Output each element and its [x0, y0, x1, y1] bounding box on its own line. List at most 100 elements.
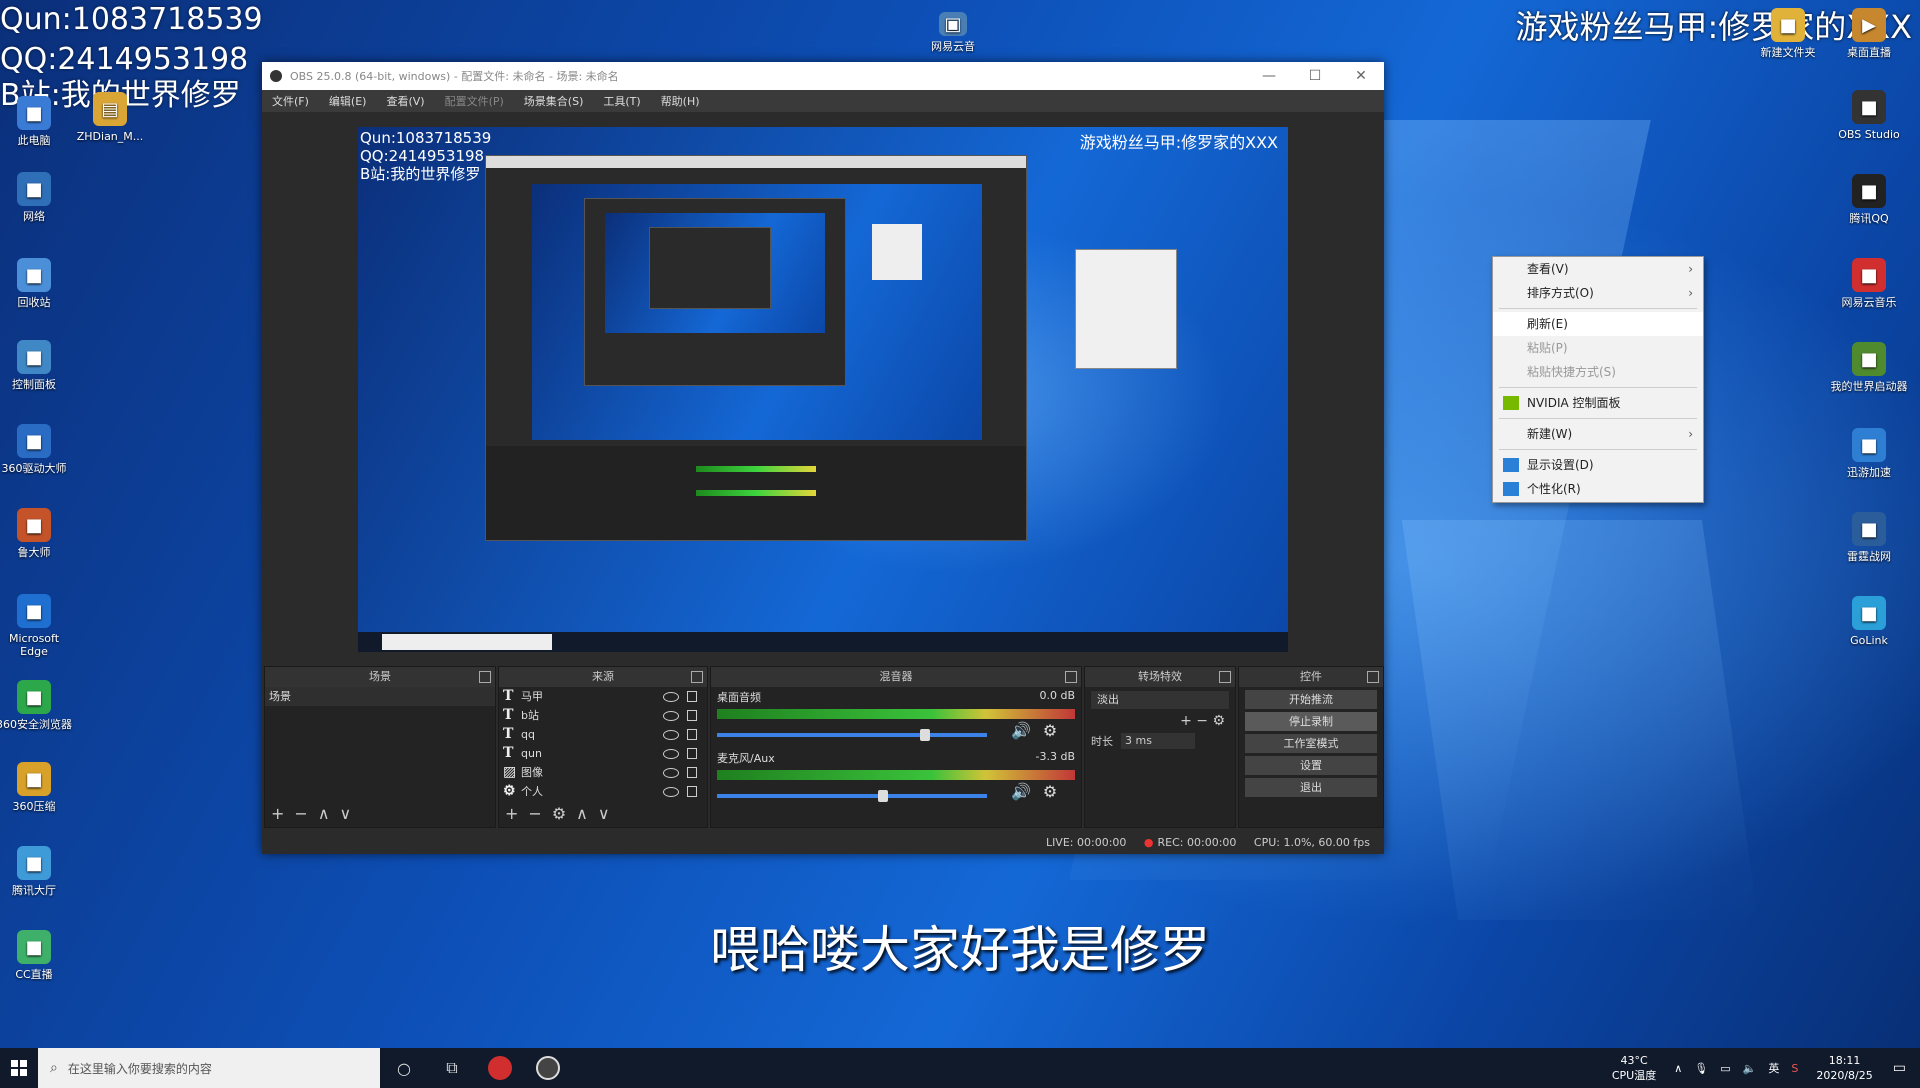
desktop-icon[interactable]: ■ 雷霆战网 — [1829, 512, 1909, 563]
volume-icon[interactable]: 🔈 — [1743, 1062, 1757, 1075]
desktop-icon[interactable]: ■ OBS Studio — [1829, 90, 1909, 141]
menu-item[interactable]: 场景集合(S) — [514, 93, 594, 109]
obs-preview[interactable]: Qun:1083718539 QQ:2414953198 B站:我的世界修罗 游… — [358, 127, 1288, 652]
desktop-icon[interactable]: ■ Microsoft Edge — [0, 594, 74, 658]
desktop-icon-folder[interactable]: ▤ ZHDian_M... — [70, 92, 150, 143]
desktop-icon[interactable]: ■ 腾讯QQ — [1829, 174, 1909, 225]
cpu-temp-widget[interactable]: 43°C CPU温度 — [1612, 1053, 1656, 1083]
close-button[interactable]: ✕ — [1338, 68, 1384, 84]
taskbar-obs[interactable] — [524, 1048, 572, 1088]
undock-icon[interactable] — [1065, 671, 1077, 683]
desktop-icon[interactable]: ■ 我的世界启动器 — [1829, 342, 1909, 393]
desktop-icon[interactable]: ■ 迅游加速 — [1829, 428, 1909, 479]
taskbar-search-box[interactable]: ⌕ 在这里输入你要搜索的内容 — [38, 1048, 380, 1088]
control-button[interactable]: 开始推流 — [1245, 690, 1377, 709]
desktop-icon-top[interactable]: ▣ 网易云音 — [913, 12, 993, 53]
lock-icon[interactable] — [687, 729, 697, 740]
lock-icon[interactable] — [687, 786, 697, 797]
clock[interactable]: 18:11 2020/8/25 — [1816, 1053, 1872, 1083]
visibility-eye-icon[interactable] — [663, 767, 679, 778]
visibility-eye-icon[interactable] — [663, 729, 679, 740]
desktop-icon[interactable]: ■ 控制面板 — [0, 340, 74, 391]
maximize-button[interactable]: ☐ — [1292, 68, 1338, 84]
undock-icon[interactable] — [1219, 671, 1231, 683]
gear-icon[interactable]: ⚙ — [1043, 782, 1057, 801]
menu-item[interactable]: 文件(F) — [262, 93, 319, 109]
up-icon[interactable]: ∧ — [318, 804, 340, 823]
context-menu-item[interactable]: 刷新(E) — [1493, 312, 1703, 336]
lock-icon[interactable] — [687, 691, 697, 702]
desktop-icon[interactable]: ■ 回收站 — [0, 258, 74, 309]
duration-input[interactable]: 3 ms — [1121, 733, 1195, 749]
add-icon[interactable]: + — [505, 804, 528, 823]
context-menu-item[interactable]: 查看(V) › — [1493, 257, 1703, 281]
gear-icon[interactable]: ⚙ — [552, 804, 576, 823]
desktop-icon-live[interactable]: ▶ 桌面直播 — [1829, 8, 1909, 59]
menu-item[interactable]: 配置文件(P) — [435, 93, 514, 109]
menu-item[interactable]: 工具(T) — [593, 93, 650, 109]
task-view-button[interactable]: ⧉ — [428, 1048, 476, 1088]
obs-title-bar[interactable]: OBS 25.0.8 (64-bit, windows) - 配置文件: 未命名… — [262, 62, 1384, 90]
desktop-icon[interactable]: ■ 网易云音乐 — [1829, 258, 1909, 309]
source-item[interactable]: ⚙ 个人 — [499, 782, 707, 801]
context-menu-item[interactable]: 粘贴快捷方式(S) — [1493, 360, 1703, 384]
undock-icon[interactable] — [479, 671, 491, 683]
start-button[interactable] — [0, 1048, 38, 1088]
source-item[interactable]: Tb站 — [499, 706, 707, 725]
desktop-icon[interactable]: ■ 360安全浏览器 — [0, 680, 74, 731]
add-icon[interactable]: + — [271, 804, 294, 823]
gear-icon[interactable]: ⚙ — [1043, 721, 1057, 740]
desktop-icon[interactable]: ■ 360驱动大师 — [0, 424, 74, 475]
desktop-icon[interactable]: ■ 鲁大师 — [0, 508, 74, 559]
chevron-up-icon[interactable]: ∧ — [1674, 1062, 1682, 1075]
source-item[interactable]: ▨ 图像 — [499, 763, 707, 782]
taskbar-netease-music[interactable] — [476, 1048, 524, 1088]
speaker-icon[interactable]: 🔊 — [1011, 782, 1031, 801]
context-menu-item[interactable]: 显示设置(D) — [1493, 453, 1703, 477]
slider-handle[interactable] — [920, 728, 930, 741]
desktop-icon[interactable]: ■ 腾讯大厅 — [0, 846, 74, 897]
down-icon[interactable]: ∨ — [598, 804, 620, 823]
desktop-icon[interactable]: ■ 新建文件夹 — [1748, 8, 1828, 59]
source-item[interactable]: Tqq — [499, 725, 707, 744]
cortana-button[interactable]: ○ — [380, 1048, 428, 1088]
lock-icon[interactable] — [687, 767, 697, 778]
control-button[interactable]: 退出 — [1245, 778, 1377, 797]
context-menu-item[interactable]: 粘贴(P) — [1493, 336, 1703, 360]
lock-icon[interactable] — [687, 748, 697, 759]
minimize-button[interactable]: — — [1246, 68, 1292, 84]
visibility-eye-icon[interactable] — [663, 786, 679, 797]
slider-handle[interactable] — [878, 789, 888, 802]
context-menu-item[interactable]: NVIDIA 控制面板 — [1493, 391, 1703, 415]
visibility-eye-icon[interactable] — [663, 710, 679, 721]
lock-icon[interactable] — [687, 710, 697, 721]
context-menu-item[interactable]: 排序方式(O) › — [1493, 281, 1703, 305]
ime-indicator[interactable]: 英 — [1768, 1060, 1779, 1076]
menu-item[interactable]: 帮助(H) — [651, 93, 710, 109]
control-button[interactable]: 设置 — [1245, 756, 1377, 775]
notification-icon[interactable]: ▭ — [1893, 1060, 1906, 1076]
up-icon[interactable]: ∧ — [576, 804, 598, 823]
desktop-icon[interactable]: ■ GoLink — [1829, 596, 1909, 647]
add-icon[interactable]: + — [1180, 713, 1192, 729]
gear-icon[interactable]: ⚙ — [1212, 713, 1225, 729]
desktop-icon[interactable]: ■ 此电脑 — [0, 96, 74, 147]
speaker-icon[interactable]: 🔊 — [1011, 721, 1031, 740]
volume-slider[interactable] — [717, 789, 987, 802]
source-item[interactable]: T 马甲 — [499, 687, 707, 706]
context-menu-item[interactable]: 新建(W) › — [1493, 422, 1703, 446]
antivirus-icon[interactable]: S — [1791, 1062, 1798, 1075]
control-button[interactable]: 停止录制 — [1245, 712, 1377, 731]
down-icon[interactable]: ∨ — [340, 804, 362, 823]
scene-item[interactable]: 场景 — [265, 687, 495, 706]
menu-item[interactable]: 编辑(E) — [319, 93, 377, 109]
control-button[interactable]: 工作室模式 — [1245, 734, 1377, 753]
remove-icon[interactable]: − — [528, 804, 551, 823]
desktop-icon[interactable]: ■ 360压缩 — [0, 762, 74, 813]
visibility-eye-icon[interactable] — [663, 748, 679, 759]
transition-select[interactable]: 淡出 — [1091, 691, 1229, 709]
source-item[interactable]: Tqun — [499, 744, 707, 763]
desktop-icon[interactable]: ■ 网络 — [0, 172, 74, 223]
volume-slider[interactable] — [717, 728, 987, 741]
network-icon[interactable]: ▭ — [1720, 1062, 1730, 1075]
